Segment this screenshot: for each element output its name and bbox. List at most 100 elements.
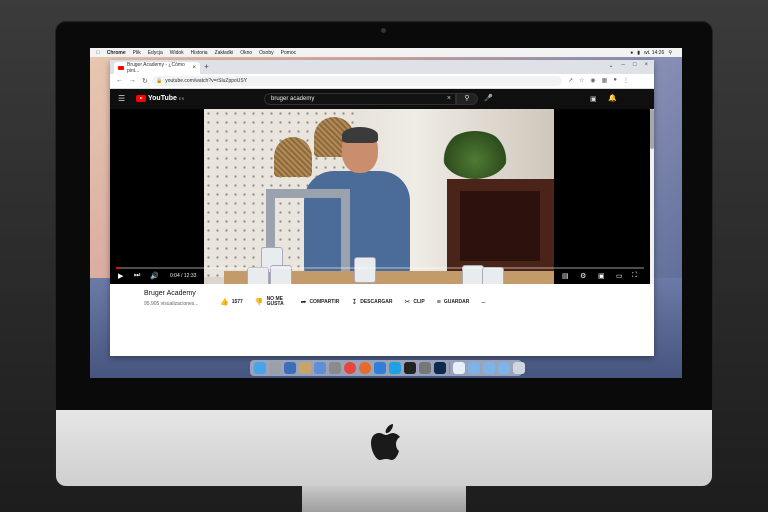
menu-history[interactable]: Historia bbox=[191, 50, 208, 56]
hamburger-menu-icon[interactable]: ☰ bbox=[118, 94, 125, 103]
download-label: DESCARGAR bbox=[360, 299, 393, 305]
video-player[interactable]: ▶ ⏭ 🔊 0:04 / 12:33 ▤ ⚙ ▣ ▭ ⛶ bbox=[110, 109, 650, 284]
contacts-icon[interactable] bbox=[329, 362, 341, 374]
finder-icon[interactable] bbox=[254, 362, 266, 374]
folder-icon[interactable] bbox=[483, 362, 495, 374]
folder-icon[interactable] bbox=[468, 362, 480, 374]
app-store-icon[interactable] bbox=[374, 362, 386, 374]
skype-icon[interactable] bbox=[389, 362, 401, 374]
theater-mode-icon[interactable]: ▭ bbox=[616, 272, 623, 280]
microphone-icon[interactable]: 🎤 bbox=[484, 94, 493, 102]
minimize-icon[interactable]: – bbox=[622, 62, 625, 69]
maximize-icon[interactable]: □ bbox=[633, 62, 637, 69]
miniplayer-icon[interactable]: ▣ bbox=[598, 272, 605, 280]
back-icon[interactable]: ← bbox=[116, 77, 123, 85]
apple-menu-icon[interactable]:  bbox=[96, 50, 100, 56]
create-video-icon[interactable]: ▣ bbox=[590, 95, 597, 103]
clear-search-icon[interactable]: × bbox=[447, 95, 451, 102]
menu-help[interactable]: Pomoc bbox=[281, 50, 297, 56]
battery-icon[interactable]: ▮ bbox=[637, 50, 640, 56]
menu-file[interactable]: Plik bbox=[133, 50, 141, 56]
extension-icon[interactable]: ◉ bbox=[590, 77, 595, 84]
menu-bookmarks[interactable]: Zakładki bbox=[215, 50, 234, 56]
browser-tab[interactable]: Bruger Academy - ¿Cómo pint... × bbox=[114, 62, 200, 74]
close-tab-icon[interactable]: × bbox=[192, 65, 196, 71]
menubar-clock[interactable]: wt. 14:26 bbox=[644, 50, 664, 56]
safari-icon[interactable] bbox=[284, 362, 296, 374]
like-count: 1577 bbox=[231, 299, 243, 305]
forward-icon[interactable]: → bbox=[129, 77, 136, 85]
presenter-hair bbox=[342, 127, 378, 143]
photoshop-icon[interactable] bbox=[434, 362, 446, 374]
chevron-down-icon[interactable]: ⌄ bbox=[608, 62, 613, 69]
menu-edit[interactable]: Edycja bbox=[148, 50, 163, 56]
search-icon[interactable]: ⚲ bbox=[668, 50, 672, 56]
reload-icon[interactable]: ↻ bbox=[142, 77, 148, 85]
menu-window[interactable]: Okno bbox=[240, 50, 252, 56]
menu-people[interactable]: Osoby bbox=[259, 50, 273, 56]
tab-title: Bruger Academy - ¿Cómo pint... bbox=[127, 62, 185, 74]
firefox-icon[interactable] bbox=[359, 362, 371, 374]
thumbs-up-icon: 👍 bbox=[220, 299, 229, 306]
launchpad-icon[interactable] bbox=[269, 362, 281, 374]
playlist-add-icon: ≡ bbox=[436, 298, 441, 306]
dislike-label: NO ME GUSTA bbox=[266, 296, 284, 307]
dislike-button[interactable]: 👎 NO ME GUSTA bbox=[255, 297, 289, 307]
youtube-favicon-icon bbox=[118, 66, 124, 70]
settings-gear-icon[interactable]: ⚙ bbox=[580, 272, 586, 280]
trash-icon[interactable] bbox=[513, 362, 525, 374]
macos-dock bbox=[250, 360, 525, 376]
puzzle-icon[interactable]: ▦ bbox=[602, 77, 608, 84]
fullscreen-icon[interactable]: ⛶ bbox=[632, 272, 637, 280]
profile-icon[interactable]: ● bbox=[613, 77, 617, 84]
system-preferences-icon[interactable] bbox=[419, 362, 431, 374]
like-button[interactable]: 👍 1577 bbox=[220, 298, 243, 306]
new-tab-button[interactable]: + bbox=[204, 62, 209, 71]
desktop-screen:  Chrome Plik Edycja Widok Historia Zakł… bbox=[90, 48, 682, 378]
url-text: youtube.com/watch?v=rSluZppoUSY bbox=[165, 78, 248, 84]
clip-label: CLIP bbox=[413, 299, 425, 305]
share-page-icon[interactable]: ↗ bbox=[568, 77, 573, 84]
share-button[interactable]: ➦ COMPARTIR bbox=[301, 298, 340, 306]
kebab-menu-icon[interactable]: ⋮ bbox=[623, 77, 629, 84]
document-icon[interactable] bbox=[453, 362, 465, 374]
scissors-icon: ✂ bbox=[404, 299, 411, 306]
wicker-lamp bbox=[274, 137, 312, 177]
potted-plant bbox=[442, 131, 508, 179]
bookmark-star-icon[interactable]: ☆ bbox=[579, 77, 584, 84]
toolbar: ← → ↻ 🔒 youtube.com/watch?v=rSluZppoUSY … bbox=[110, 74, 654, 89]
notifications-bell-icon[interactable]: 🔔 bbox=[608, 94, 617, 102]
youtube-logo[interactable]: YouTube ES bbox=[136, 95, 184, 102]
more-actions-button[interactable]: ... bbox=[481, 299, 485, 305]
search-button[interactable]: ⚲ bbox=[456, 93, 478, 105]
save-button[interactable]: ≡ GUARDAR bbox=[437, 299, 470, 306]
chrome-icon[interactable] bbox=[344, 362, 356, 374]
menubar-app-name[interactable]: Chrome bbox=[107, 50, 126, 56]
menu-view[interactable]: Widok bbox=[170, 50, 184, 56]
clip-button[interactable]: ✂ CLIP bbox=[404, 298, 424, 306]
search-input[interactable]: bruger academy × bbox=[264, 93, 456, 105]
tab-strip: Bruger Academy - ¿Cómo pint... × + ⌄ – □… bbox=[110, 60, 654, 74]
next-video-icon[interactable]: ⏭ bbox=[134, 272, 140, 280]
download-button[interactable]: ↧ DESCARGAR bbox=[351, 298, 392, 306]
chrome-window: Bruger Academy - ¿Cómo pint... × + ⌄ – □… bbox=[110, 60, 654, 356]
mail-icon[interactable] bbox=[299, 362, 311, 374]
close-icon[interactable]: × bbox=[644, 62, 648, 69]
progress-bar[interactable] bbox=[116, 267, 644, 269]
download-icon: ↧ bbox=[351, 299, 358, 306]
channel-name[interactable]: Bruger Academy bbox=[144, 290, 196, 297]
subtitles-icon[interactable]: ▤ bbox=[562, 272, 569, 280]
scrollbar-thumb[interactable] bbox=[650, 109, 654, 149]
volume-icon[interactable]: 🔊 bbox=[150, 272, 159, 280]
downloads-folder-icon[interactable] bbox=[498, 362, 510, 374]
video-info: Bruger Academy 95.905 visualizaciones...… bbox=[110, 284, 654, 356]
photos-icon[interactable] bbox=[314, 362, 326, 374]
player-controls: ▶ ⏭ 🔊 0:04 / 12:33 ▤ ⚙ ▣ ▭ ⛶ bbox=[110, 267, 650, 284]
play-icon[interactable]: ▶ bbox=[118, 272, 123, 280]
wifi-icon[interactable]: ● bbox=[630, 50, 633, 56]
terminal-icon[interactable] bbox=[404, 362, 416, 374]
cabinet-glass bbox=[460, 191, 540, 261]
address-bar[interactable]: 🔒 youtube.com/watch?v=rSluZppoUSY bbox=[152, 76, 562, 86]
apple-logo-icon bbox=[370, 424, 402, 462]
time-display: 0:04 / 12:33 bbox=[170, 273, 197, 279]
